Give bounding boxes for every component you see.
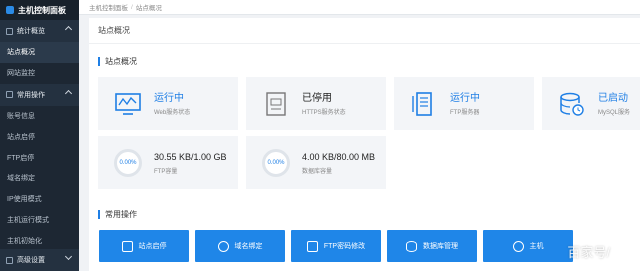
sidebar-group-common-ops[interactable]: 常用操作 [0,83,79,106]
section-title-text: 站点概况 [105,57,137,66]
ftp-status-label: FTP服务器 [450,109,480,116]
db-capacity-value: 4.00 KB/80.00 MB [302,151,376,162]
ftp-capacity-card: 0.00% 30.55 KB/1.00 GB FTP容量 [98,136,238,189]
web-monitor-icon [114,90,142,118]
sidebar-title: 主机控制面板 [18,5,66,15]
breadcrumb-current: 站点概况 [135,5,162,12]
db-capacity-card: 0.00% 4.00 KB/80.00 MB 数据库容量 [246,136,386,189]
sidebar-item-site-overview[interactable]: 站点概况 [0,42,79,63]
chevron-up-icon [64,89,73,97]
sidebar-item-label: 站点启停 [7,133,35,141]
web-status-value: 运行中 [154,92,184,104]
sidebar-item-label: 网站监控 [7,70,35,78]
chevron-up-icon [64,25,73,34]
sidebar-item-domain-binding[interactable]: 域名绑定 [0,168,79,189]
overview-section-title: 站点概况 [98,56,137,67]
button-label: 站点启停 [138,243,167,250]
ssl-certificate-icon [262,90,290,118]
mysql-status-value: 已启动 [598,92,628,104]
database-manage-button[interactable]: 数据库管理 [387,230,477,262]
ftp-status-card: 运行中 FTP服务器 [394,77,534,130]
sidebar-item-site-monitor[interactable]: 网站监控 [0,63,79,84]
https-status-card: 已停用 HTTPS服务状态 [246,77,386,130]
button-label: 主机 [529,243,544,250]
web-status-card: 运行中 Web服务状态 [98,77,238,130]
sidebar-item-label: FTP启停 [7,154,35,162]
https-status-value: 已停用 [302,92,332,104]
section-title-text: 常用操作 [105,210,137,219]
db-capacity-label: 数据库容量 [302,168,333,175]
sidebar-group-stats[interactable]: 统计概览 [0,20,79,42]
ftp-password-button[interactable]: FTP密码修改 [291,230,381,262]
settings-icon [6,256,13,264]
ftp-capacity-value: 30.55 KB/1.00 GB [154,151,227,162]
chevron-down-icon [64,252,73,261]
sidebar-group-label: 常用操作 [17,91,45,99]
button-label: FTP密码修改 [323,243,366,250]
sidebar-item-label: 主机初始化 [7,237,42,245]
mysql-status-card: 已启动 MySQL服务 [542,77,640,130]
sidebar-item-label: IP使用模式 [7,196,42,204]
sidebar-item-label: 站点概况 [7,49,35,57]
ftp-status-value: 运行中 [450,92,480,104]
ftp-capacity-percent: 0.00% [114,148,142,177]
sidebar: 主机控制面板 统计概览 站点概况 网站监控 常用操作 账号信息 站点启停 FTP… [0,0,79,271]
sidebar-item-ftp-toggle[interactable]: FTP启停 [0,147,79,168]
stats-icon [6,27,13,35]
page-title: 站点概况 [89,18,640,44]
panel-logo-icon [6,6,14,14]
breadcrumb-separator: / [131,3,133,11]
monitor-icon [121,240,133,252]
section-marker [98,210,100,219]
sidebar-group-label: 高级设置 [17,257,45,264]
globe-icon [217,240,229,252]
breadcrumb: 主机控制面板 / 站点概况 [79,0,640,15]
mysql-status-label: MySQL服务 [598,109,631,116]
operations-icon [6,91,13,99]
sidebar-item-ip-mode[interactable]: IP使用模式 [0,189,79,210]
db-capacity-percent: 0.00% [262,148,290,177]
play-icon [512,240,524,252]
database-icon [406,240,417,252]
mysql-database-icon [558,90,586,118]
watermark: 百家号/ [567,245,610,260]
domain-binding-button[interactable]: 域名绑定 [195,230,285,262]
host-button[interactable]: 主机 [483,230,573,262]
ftp-server-icon [410,90,438,118]
sidebar-item-account-info[interactable]: 账号信息 [0,106,79,127]
sidebar-item-label: 主机运行模式 [7,216,49,224]
sidebar-header: 主机控制面板 [0,0,79,20]
sidebar-group-advanced[interactable]: 高级设置 [0,249,79,271]
sidebar-item-site-toggle[interactable]: 站点启停 [0,126,79,147]
sidebar-group-label: 统计概览 [17,28,45,35]
button-label: 数据库管理 [423,243,458,250]
lock-icon [306,240,318,252]
ftp-capacity-label: FTP容量 [154,168,178,175]
section-marker [98,57,100,66]
db-capacity-ring: 0.00% [262,148,290,177]
https-status-label: HTTPS服务状态 [302,109,346,116]
web-status-label: Web服务状态 [154,109,191,116]
ftp-capacity-ring: 0.00% [114,148,142,177]
site-toggle-button[interactable]: 站点启停 [99,230,189,262]
breadcrumb-root[interactable]: 主机控制面板 [89,2,128,12]
sidebar-item-host-mode[interactable]: 主机运行模式 [0,210,79,231]
sidebar-item-label: 域名绑定 [7,175,35,183]
ops-section-title: 常用操作 [98,209,137,220]
sidebar-item-label: 账号信息 [7,112,35,120]
button-label: 域名绑定 [234,243,263,250]
